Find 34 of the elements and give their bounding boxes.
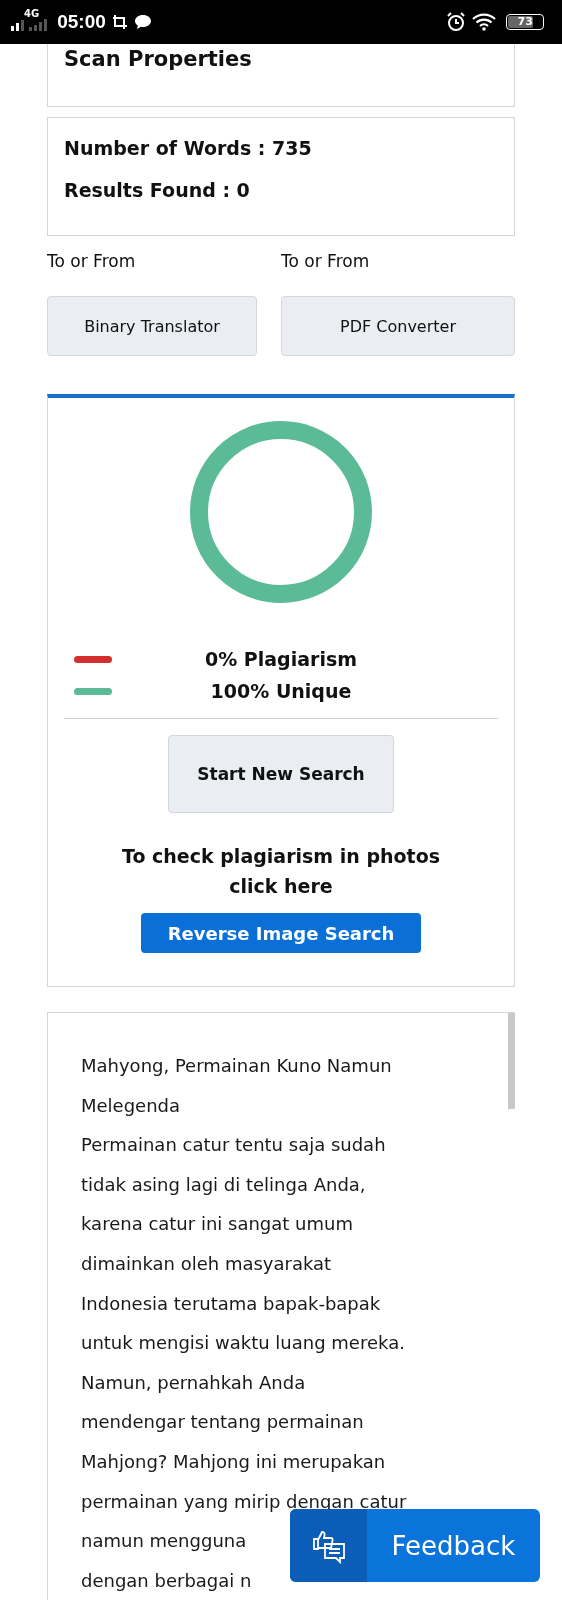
hint-text: To check plagiarism in photos click here <box>120 844 441 899</box>
text-line: mendengar tentang permainan <box>81 1410 364 1435</box>
scrollbar-thumb[interactable] <box>508 1013 515 1109</box>
screenshot-icon <box>111 14 128 30</box>
text-line: Namun, pernahkah Anda <box>81 1370 306 1395</box>
stat-text: Number of Words : 735 <box>64 136 313 161</box>
start-search-button[interactable]: Start New Search <box>168 735 394 813</box>
tool-button[interactable]: Binary Translator <box>47 296 257 356</box>
battery-icon: 73 <box>506 14 544 30</box>
text-line: Permainan catur tentu saja sudah <box>81 1133 386 1158</box>
text-line: karena catur ini sangat umum <box>81 1212 353 1237</box>
text-line: Mahjong? Mahjong ini merupakan <box>81 1449 386 1474</box>
chat-bubble-icon <box>133 14 152 30</box>
caption: To or From <box>47 250 137 273</box>
feedback-button[interactable]: Feedback <box>290 1509 540 1582</box>
caption: To or From <box>281 250 371 273</box>
alarm-clock-icon <box>446 12 466 32</box>
legend-label: 0% Plagiarism <box>203 648 359 670</box>
text-line: namun mengguna <box>81 1529 247 1554</box>
text-line: tidak asing lagi di telinga Anda, <box>81 1172 366 1197</box>
text-line: Mahyong, Permainan Kuno Namun <box>81 1054 392 1078</box>
clock: 05:00 <box>57 11 106 33</box>
text-line: dengan berbagai n <box>81 1568 252 1593</box>
network-type: 4G <box>24 7 40 19</box>
stat-text: Results Found : 0 <box>64 178 251 203</box>
reverse-image-search-button[interactable]: Reverse Image Search <box>141 913 421 953</box>
text-line: Indonesia terutama bapak-bapak <box>81 1291 381 1316</box>
wifi-icon <box>472 13 496 31</box>
section-title: Scan Properties <box>64 46 253 72</box>
text-line: Melegenda <box>81 1093 181 1118</box>
text-line: untuk mengisi waktu luang mereka. <box>81 1331 405 1356</box>
text-line: dimainkan oleh masyarakat <box>81 1251 332 1276</box>
tool-button[interactable]: PDF Converter <box>281 296 515 356</box>
legend-label: 100% Unique <box>209 680 353 702</box>
